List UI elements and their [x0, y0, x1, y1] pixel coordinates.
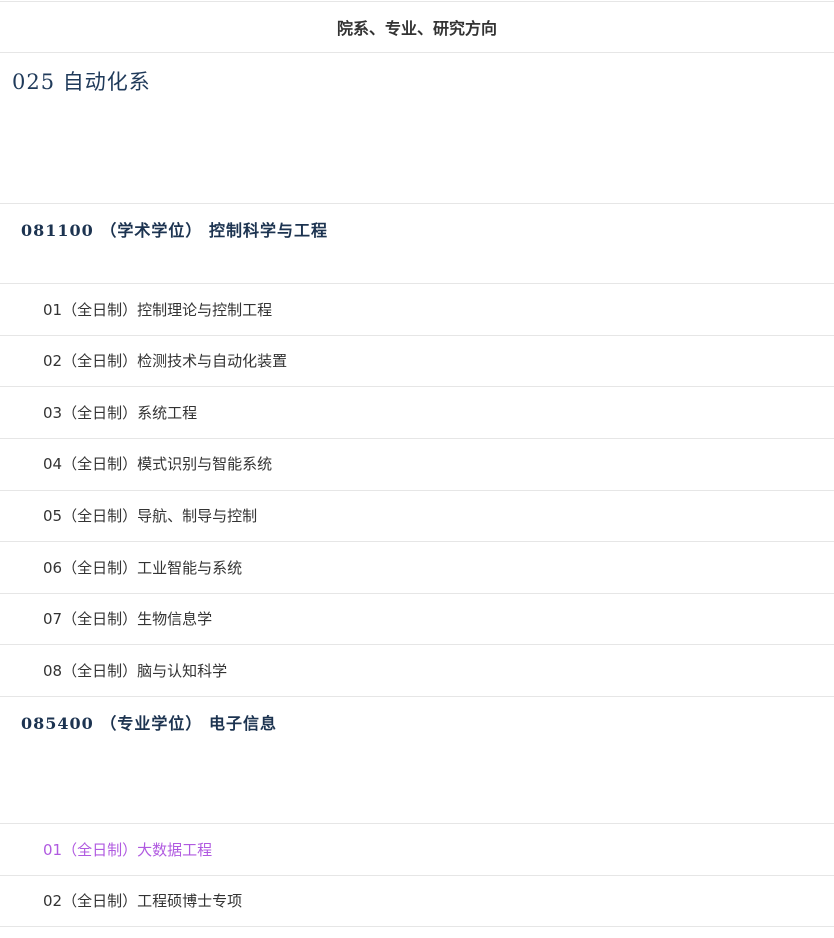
divider: [0, 438, 834, 439]
department-label: 025 自动化系: [12, 70, 151, 94]
major-title: 081100 （学术学位） 控制科学与工程: [21, 221, 328, 240]
direction-link[interactable]: 01（全日制）控制理论与控制工程: [43, 300, 272, 320]
divider: [0, 203, 834, 204]
divider: [0, 926, 834, 927]
divider: [0, 696, 834, 697]
direction-link[interactable]: 05（全日制）导航、制导与控制: [43, 506, 257, 526]
table-header: 院系、专业、研究方向: [0, 1, 834, 53]
header-title: 院系、专业、研究方向: [336, 19, 497, 38]
divider: [0, 541, 834, 542]
divider: [0, 335, 834, 336]
divider: [0, 644, 834, 645]
divider: [0, 386, 834, 387]
direction-link[interactable]: 02（全日制）检测技术与自动化装置: [43, 351, 287, 371]
direction-link[interactable]: 01（全日制）大数据工程: [43, 840, 212, 860]
divider: [0, 875, 834, 876]
direction-link[interactable]: 07（全日制）生物信息学: [43, 609, 212, 629]
divider: [0, 593, 834, 594]
direction-link[interactable]: 06（全日制）工业智能与系统: [43, 558, 242, 578]
direction-link[interactable]: 02（全日制）工程硕博士专项: [43, 891, 242, 911]
major-title: 085400 （专业学位） 电子信息: [21, 714, 277, 733]
divider: [0, 490, 834, 491]
divider: [0, 823, 834, 824]
direction-link[interactable]: 03（全日制）系统工程: [43, 403, 197, 423]
direction-link[interactable]: 04（全日制）模式识别与智能系统: [43, 454, 272, 474]
divider: [0, 283, 834, 284]
direction-link[interactable]: 08（全日制）脑与认知科学: [43, 661, 227, 681]
